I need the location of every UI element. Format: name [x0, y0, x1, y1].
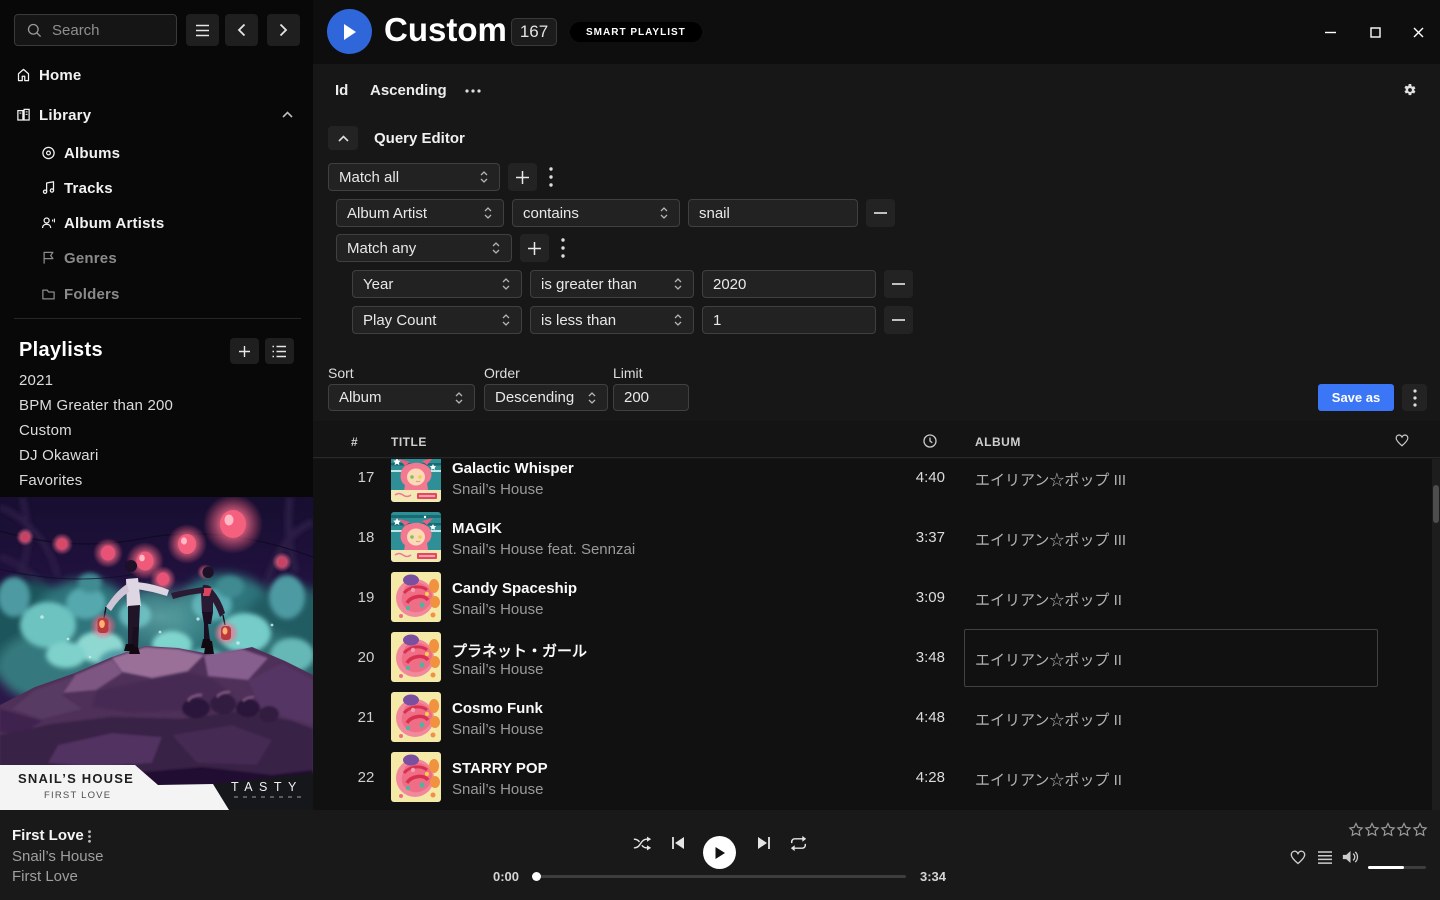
svg-text:SNAIL’S HOUSE: SNAIL’S HOUSE	[18, 771, 134, 786]
svg-text:FIRST LOVE: FIRST LOVE	[44, 790, 111, 801]
svg-text:TASTY: TASTY	[231, 780, 303, 794]
